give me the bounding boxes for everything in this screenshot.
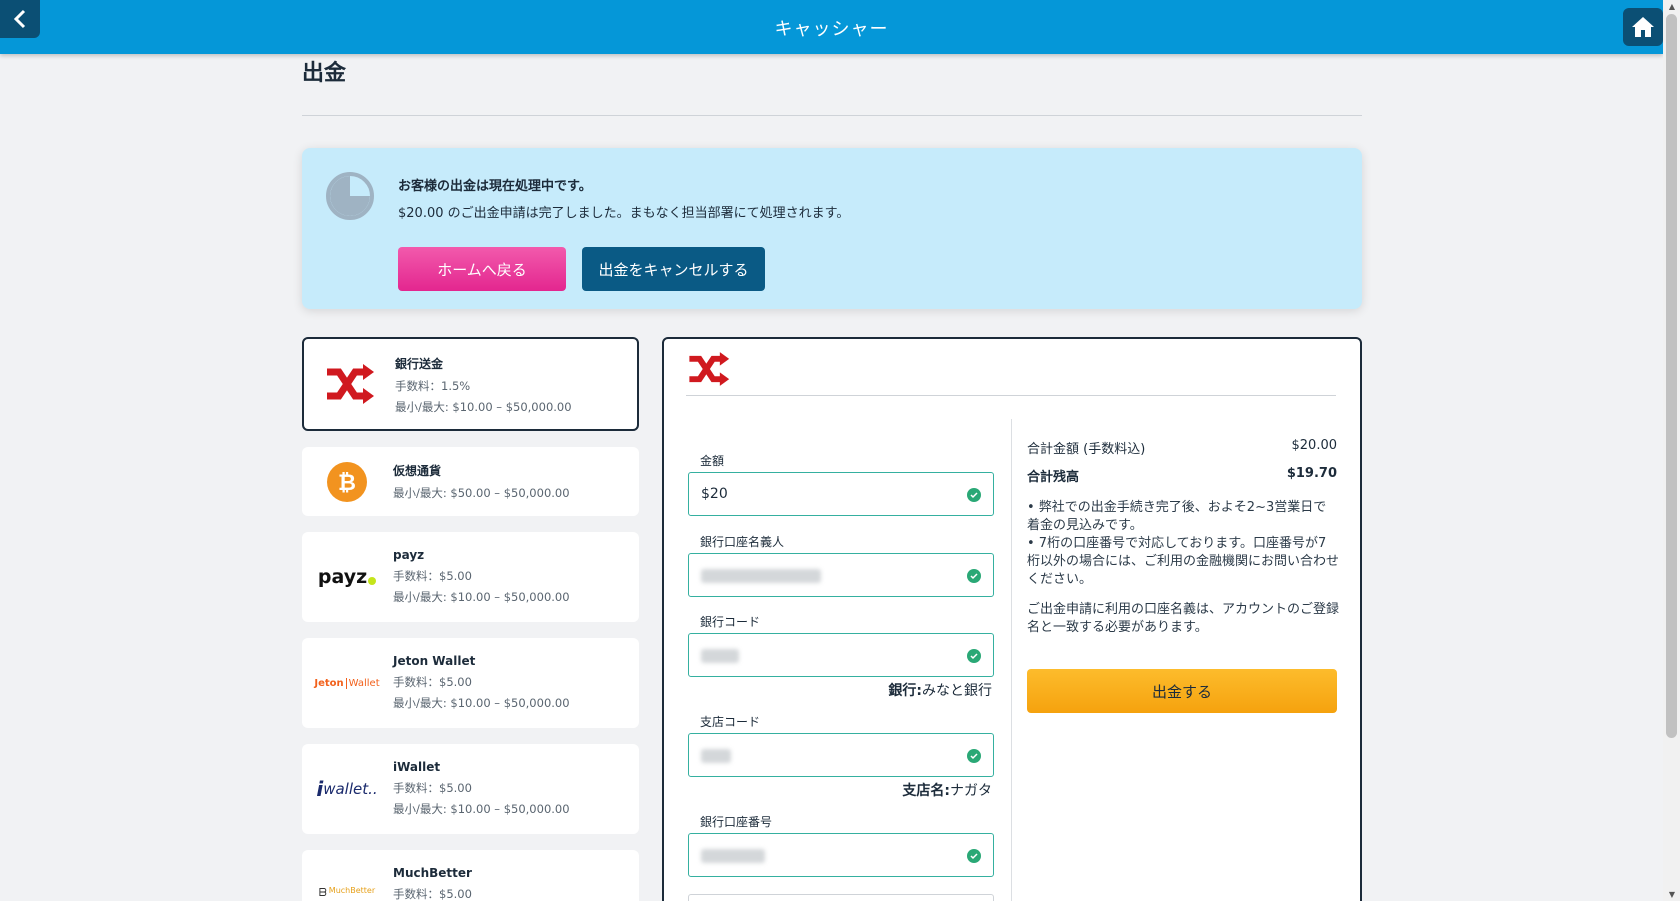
method-fee: 手数料：$5.00 xyxy=(393,781,472,795)
total-balance-value: $19.70 xyxy=(1286,466,1337,481)
method-name: 銀行送金 xyxy=(395,357,444,371)
svg-text:₿: ₿ xyxy=(338,471,356,496)
jeton-logo: Jeton Wallet xyxy=(314,677,380,689)
bank-code-label: 銀行コード xyxy=(700,615,761,629)
branch-code-label: 支店コード xyxy=(700,715,761,729)
method-range: 最小/最大: $10.00 – $50,000.00 xyxy=(393,802,570,816)
branch-name-note: 支店名:ナガタ xyxy=(902,783,992,799)
note-account-digits: • 7桁の口座番号で対応しております。口座番号が7桁以外の場合には、ご利用の金融… xyxy=(1027,536,1340,587)
note-account-name: ご出金申請に利用の口座名義は、アカウントのご登録名と一致する必要があります。 xyxy=(1027,602,1340,635)
top-bar: キャッシャー xyxy=(0,0,1663,54)
method-fee: 手数料：$5.00 xyxy=(393,887,472,901)
scrollbar-thumb[interactable] xyxy=(1666,14,1677,738)
method-name: MuchBetter xyxy=(393,866,472,880)
notice-text: $20.00 のご出金申請は完了しました。まもなく担当部署にて処理されます。 xyxy=(398,206,850,221)
account-holder-field[interactable] xyxy=(688,553,994,597)
home-icon xyxy=(1632,17,1654,37)
bank-transfer-icon xyxy=(686,351,730,391)
method-jeton-wallet[interactable]: Jeton Wallet Jeton Wallet 手数料：$5.00 最小/最大… xyxy=(302,638,639,728)
method-name: Jeton Wallet xyxy=(393,654,476,668)
method-fee: 手数料：$5.00 xyxy=(393,675,472,689)
cancel-withdrawal-button[interactable]: 出金をキャンセルする xyxy=(582,247,765,291)
method-name: payz xyxy=(393,548,425,562)
bank-code-field[interactable] xyxy=(688,633,994,677)
redacted-value xyxy=(701,649,739,663)
method-fee: 手数料：$5.00 xyxy=(393,569,472,583)
method-bank-transfer[interactable]: 銀行送金 手数料：1.5% 最小/最大: $10.00 – $50,000.00 xyxy=(302,337,639,431)
divider xyxy=(1011,419,1012,901)
branch-code-field[interactable] xyxy=(688,733,994,777)
method-muchbetter[interactable]: ᗷ MuchBetter MuchBetter 手数料：$5.00 xyxy=(302,850,639,901)
page-header-title: キャッシャー xyxy=(774,19,889,40)
method-range: 最小/最大: $10.00 – $50,000.00 xyxy=(393,590,570,604)
account-number-field[interactable] xyxy=(688,833,994,877)
check-icon xyxy=(967,488,981,502)
redacted-value xyxy=(701,749,731,763)
check-icon xyxy=(967,849,981,863)
total-amount-row: 合計金額 (手数料込) $20.00 xyxy=(1027,438,1337,457)
scroll-up-arrow-icon[interactable]: ▲ xyxy=(1669,2,1675,11)
withdrawal-notes: • 弊社での出金手続き完了後、およそ2~3営業日で着金の見込みです。 • 7桁の… xyxy=(1027,499,1339,637)
withdrawal-form-panel: 金額 $20 銀行口座名義人 銀行コード 銀行:みなと銀行 支店コード 支店名:… xyxy=(662,337,1362,901)
method-iwallet[interactable]: i wallet.. iWallet 手数料：$5.00 最小/最大: $10.0… xyxy=(302,744,639,834)
divider xyxy=(302,115,1362,116)
withdraw-button[interactable]: 出金する xyxy=(1027,669,1337,713)
note-delivery: • 弊社での出金手続き完了後、およそ2~3営業日で着金の見込みです。 xyxy=(1027,500,1327,533)
account-holder-label: 銀行口座名義人 xyxy=(700,535,785,549)
method-name: 仮想通貨 xyxy=(393,464,442,478)
payz-logo: payz xyxy=(312,532,382,622)
method-crypto[interactable]: ₿ 仮想通貨 最小/最大: $50.00 – $50,000.00 xyxy=(302,447,639,516)
check-icon xyxy=(967,649,981,663)
scrollbar[interactable]: ▲ ▼ xyxy=(1663,0,1680,901)
amount-label: 金額 xyxy=(700,454,725,468)
method-name: iWallet xyxy=(393,760,441,774)
amount-field[interactable]: $20 xyxy=(688,472,994,516)
method-range: 最小/最大: $10.00 – $50,000.00 xyxy=(393,696,570,710)
muchbetter-logo: ᗷ MuchBetter xyxy=(318,886,376,899)
redacted-value xyxy=(701,569,821,583)
method-fee: 手数料：1.5% xyxy=(395,379,471,393)
clock-pending-icon xyxy=(326,172,374,220)
iwallet-logo: i wallet.. xyxy=(316,777,378,801)
method-payz[interactable]: payz payz 手数料：$5.00 最小/最大: $10.00 – $50,… xyxy=(302,532,639,622)
processing-notice: お客様の出金は現在処理中です。 $20.00 のご出金申請は完了しました。まもな… xyxy=(302,148,1362,309)
divider xyxy=(686,395,1336,396)
bank-transfer-icon xyxy=(314,339,384,429)
method-range: 最小/最大: $10.00 – $50,000.00 xyxy=(395,400,572,414)
check-icon xyxy=(967,569,981,583)
scroll-down-arrow-icon[interactable]: ▼ xyxy=(1669,890,1675,899)
account-number-label: 銀行口座番号 xyxy=(700,815,773,829)
method-range: 最小/最大: $50.00 – $50,000.00 xyxy=(393,486,570,500)
amount-value: $20 xyxy=(701,486,728,502)
total-balance-row: 合計残高 $19.70 xyxy=(1027,466,1337,485)
redacted-value xyxy=(701,849,765,863)
page-title: 出金 xyxy=(302,61,347,86)
bitcoin-icon: ₿ xyxy=(312,447,382,516)
total-amount-value: $20.00 xyxy=(1291,438,1338,453)
bank-name-note: 銀行:みなと銀行 xyxy=(888,683,992,699)
notice-heading: お客様の出金は現在処理中です。 xyxy=(398,179,592,194)
check-icon xyxy=(967,749,981,763)
home-button[interactable] xyxy=(1623,8,1663,46)
next-field[interactable] xyxy=(688,894,994,901)
return-home-button[interactable]: ホームへ戻る xyxy=(398,247,566,291)
